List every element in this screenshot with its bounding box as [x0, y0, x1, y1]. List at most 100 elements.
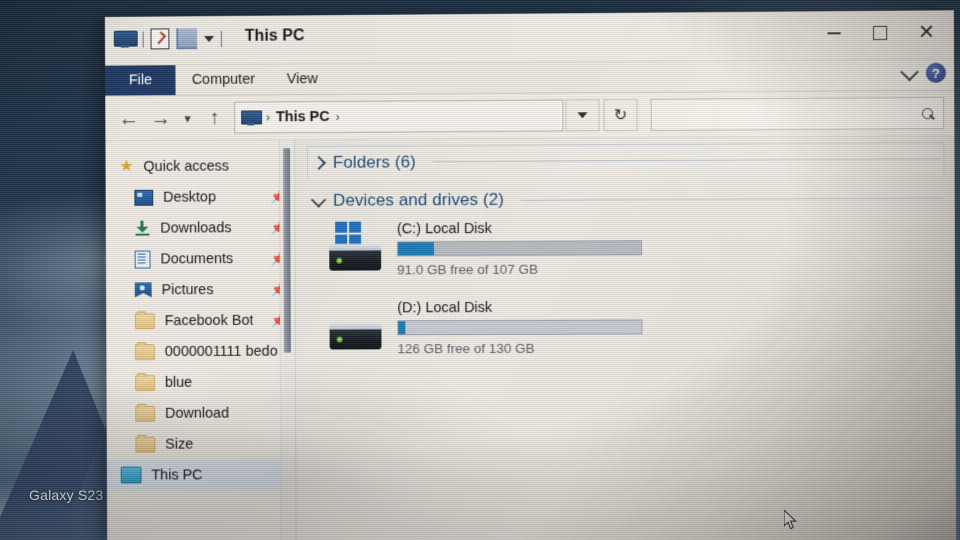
search-icon — [921, 107, 934, 119]
star-icon: ★ — [119, 157, 134, 175]
back-button[interactable]: ← — [113, 103, 145, 133]
window-body: ★ Quick access Desktop 📌 Downloads 📌 — [105, 136, 957, 540]
screenshot-root: Galaxy S23 This PC ✕ File Computer View … — [0, 0, 960, 540]
ribbon-tabs: File Computer View — [105, 60, 954, 96]
sidebar-item-label: Facebook Bot — [164, 312, 254, 329]
drive-free-space: 126 GB free of 130 GB — [397, 340, 535, 357]
window-controls: ✕ — [810, 10, 950, 59]
forward-button[interactable]: → — [145, 103, 177, 133]
sidebar-item-label: Downloads — [160, 219, 232, 237]
chevron-down-icon[interactable] — [204, 35, 215, 42]
recent-locations-button[interactable]: ▾ — [177, 103, 199, 133]
group-title: Devices and drives (2) — [332, 189, 505, 210]
breadcrumb-separator-trailing[interactable]: › — [336, 110, 340, 124]
window-title: This PC — [244, 27, 305, 45]
scrollbar-thumb[interactable] — [283, 148, 291, 353]
vertical-scrollbar[interactable] — [279, 140, 296, 540]
sidebar-item-label: Pictures — [161, 281, 214, 298]
quick-access-toolbar — [113, 28, 222, 50]
blue-folder-icon[interactable] — [176, 28, 198, 50]
chevron-down-icon — [577, 112, 588, 119]
hard-drive-icon — [325, 300, 383, 352]
refresh-button[interactable]: ↻ — [603, 98, 638, 132]
this-pc-icon — [120, 466, 142, 484]
maximize-icon — [872, 25, 888, 41]
sidebar-item-label: Desktop — [163, 188, 216, 206]
maximize-button[interactable] — [857, 11, 904, 56]
sidebar-item-label: 0000001111 bedo — [164, 343, 278, 360]
close-button[interactable]: ✕ — [903, 10, 950, 55]
help-button[interactable]: ? — [925, 62, 947, 83]
hard-drive-windows-icon — [325, 221, 383, 273]
chevron-right-icon[interactable] — [311, 155, 326, 170]
path-dropdown-button[interactable] — [565, 99, 600, 132]
drive-item-c[interactable]: (C:) Local Disk 91.0 GB free of 107 GB — [325, 219, 955, 278]
breadcrumb-bar[interactable]: › This PC › — [234, 99, 564, 134]
sidebar-item-label: This PC — [151, 466, 203, 483]
group-devices-and-drives: Devices and drives (2) — [307, 182, 945, 215]
folder-icon — [135, 343, 155, 360]
folder-icon — [135, 374, 156, 391]
toolbar-divider-2 — [220, 30, 222, 47]
sidebar-item-facebook-bot[interactable]: Facebook Bot 📌 — [106, 305, 295, 337]
sidebar-item-label: Documents — [160, 250, 234, 267]
folder-icon — [134, 312, 155, 329]
capacity-bar — [397, 319, 643, 336]
desktop-icon — [134, 189, 154, 206]
sidebar-item-label: Size — [165, 436, 194, 453]
capacity-bar-fill — [398, 321, 406, 335]
ribbon-right-controls: ? — [900, 62, 947, 83]
sidebar-item-documents[interactable]: Documents 📌 — [106, 243, 295, 275]
windows-logo-icon — [335, 221, 362, 246]
file-list-pane: Folders (6) Devices and drives (2) (C:) … — [294, 136, 957, 540]
sidebar-item-quick-access[interactable]: ★ Quick access — [105, 150, 294, 182]
tab-computer[interactable]: Computer — [176, 65, 271, 96]
monitor-surface: This PC ✕ File Computer View ? ← → ▾ ↑ ›… — [2, 0, 960, 540]
drive-info-c: (C:) Local Disk 91.0 GB free of 107 GB — [396, 220, 643, 278]
sidebar-item-label: blue — [164, 374, 193, 391]
sidebar-item-label: Download — [165, 405, 230, 422]
search-input[interactable] — [650, 96, 945, 131]
properties-checkbox-icon[interactable] — [150, 28, 170, 50]
navigation-pane: ★ Quick access Desktop 📌 Downloads 📌 — [105, 140, 297, 540]
toolbar-divider — [142, 31, 144, 48]
address-bar: ← → ▾ ↑ › This PC › ↻ — [105, 90, 955, 142]
file-explorer-window: This PC ✕ File Computer View ? ← → ▾ ↑ ›… — [104, 10, 957, 540]
chevron-down-icon[interactable] — [310, 191, 327, 208]
drive-name: (D:) Local Disk — [397, 299, 493, 317]
group-devices-header[interactable]: Devices and drives (2) — [307, 182, 945, 215]
sidebar-item-download[interactable]: Download — [107, 397, 296, 428]
sidebar-item-pictures[interactable]: Pictures 📌 — [106, 274, 295, 306]
capacity-bar-fill — [397, 242, 435, 256]
breadcrumb-separator: › — [265, 110, 271, 125]
this-pc-monitor-icon[interactable] — [113, 30, 138, 48]
drive-item-d[interactable]: (D:) Local Disk 126 GB free of 130 GB — [325, 298, 955, 356]
mouse-pointer-icon — [784, 510, 797, 530]
group-title: Folders (6) — [332, 151, 416, 172]
tab-view[interactable]: View — [271, 64, 334, 94]
drive-name: (C:) Local Disk — [396, 220, 492, 238]
sidebar-item-size[interactable]: Size — [107, 428, 296, 459]
sidebar-item-blue[interactable]: blue — [106, 367, 295, 398]
group-folders: Folders (6) — [306, 142, 945, 178]
chevron-down-icon[interactable] — [900, 62, 919, 81]
drive-free-space: 91.0 GB free of 107 GB — [397, 261, 539, 278]
group-folders-header[interactable]: Folders (6) — [306, 142, 945, 178]
sidebar-item-this-pc[interactable]: This PC — [106, 459, 296, 491]
close-icon: ✕ — [918, 21, 936, 44]
folder-icon — [135, 405, 156, 422]
up-button[interactable]: ↑ — [198, 103, 230, 133]
minimize-button[interactable] — [810, 11, 857, 56]
capacity-bar — [396, 240, 643, 257]
sidebar-item-label: Quick access — [143, 157, 230, 175]
group-divider — [521, 197, 943, 201]
title-bar: This PC ✕ — [104, 10, 955, 66]
sidebar-item-desktop[interactable]: Desktop 📌 — [106, 181, 295, 213]
tab-file[interactable]: File — [105, 65, 176, 96]
sidebar-item-0000001111-bedo[interactable]: 0000001111 bedo — [106, 336, 295, 367]
sidebar-item-downloads[interactable]: Downloads 📌 — [106, 212, 295, 244]
pictures-icon — [135, 282, 152, 297]
minimize-icon — [827, 32, 841, 35]
breadcrumb-this-pc[interactable]: This PC — [276, 109, 330, 125]
folder-icon — [135, 436, 156, 453]
